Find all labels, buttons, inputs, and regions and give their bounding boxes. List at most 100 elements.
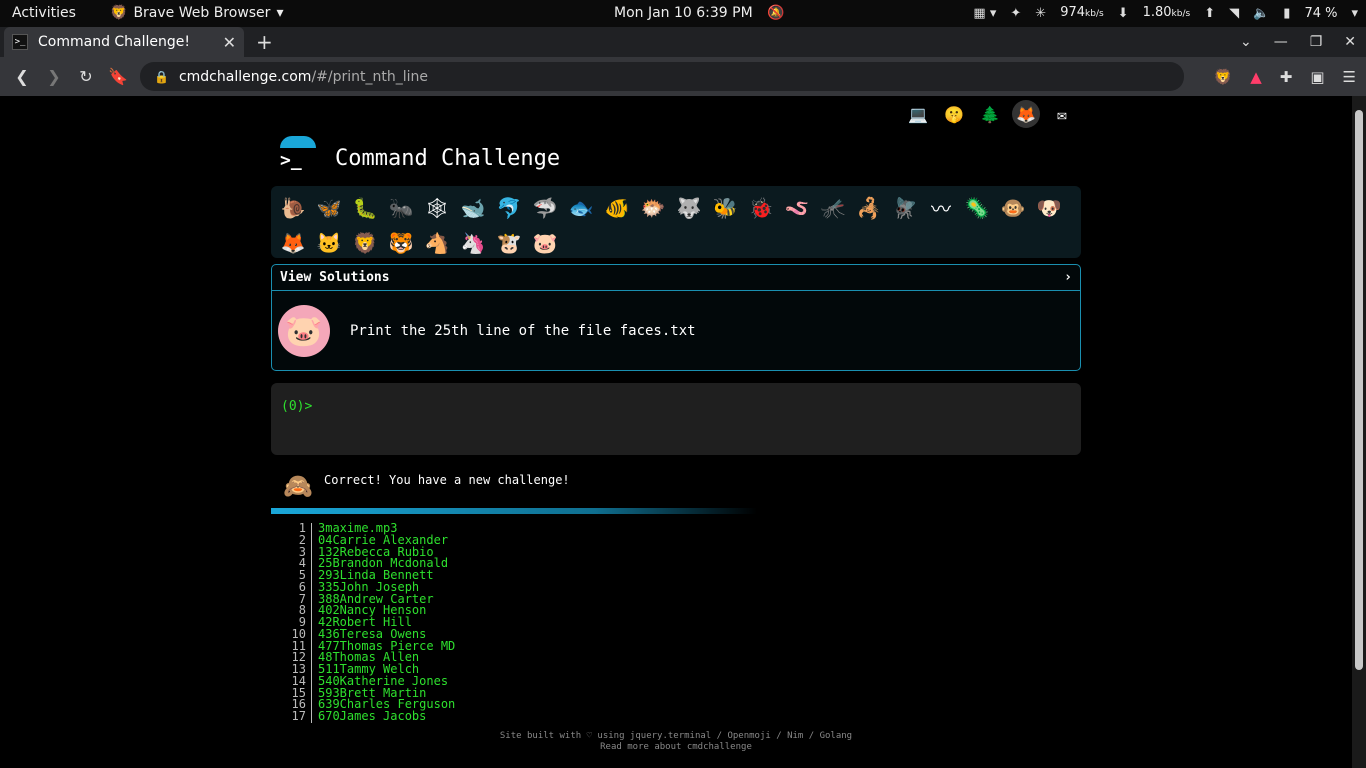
- net-up-rate: 1.80kb/s: [1142, 5, 1191, 20]
- wifi-icon[interactable]: ◥: [1229, 0, 1239, 27]
- horse-icon[interactable]: 🐴: [419, 225, 455, 260]
- dog-icon[interactable]: 🐶: [1031, 190, 1067, 225]
- toolbar-actions: 🦁 ▲ ✚ ▣ ☰: [1214, 57, 1356, 96]
- menu-icon[interactable]: ☰: [1343, 68, 1356, 86]
- terminal-input[interactable]: (0)>: [271, 383, 1081, 455]
- footer: Site built with ♡ using jquery.terminal …: [0, 731, 1352, 753]
- shushing-face-icon[interactable]: 🤫: [940, 100, 968, 128]
- spider-web-icon[interactable]: 🕸: [419, 190, 455, 225]
- upload-arrow-icon: ⬆: [1204, 6, 1216, 21]
- blowfish-icon[interactable]: 🐡: [635, 190, 671, 225]
- challenge-text: Print the 25th line of the file faces.tx…: [350, 323, 696, 339]
- fox-icon[interactable]: 🦊: [275, 225, 311, 260]
- monkey-icon[interactable]: 🐵: [995, 190, 1031, 225]
- app-name: Brave Web Browser: [133, 5, 271, 21]
- address-bar[interactable]: 🔒 cmdchallenge.com/#/print_nth_line: [140, 62, 1184, 91]
- tab-search-icon[interactable]: ⌄: [1240, 34, 1252, 50]
- tropical-fish-icon[interactable]: 🐠: [599, 190, 635, 225]
- snail-icon[interactable]: 🐌: [275, 190, 311, 225]
- worm-icon[interactable]: 🪱: [779, 190, 815, 225]
- dolphin-icon[interactable]: 🐬: [491, 190, 527, 225]
- earthworm-icon[interactable]: 〰: [923, 190, 959, 225]
- solutions-panel: View Solutions › 🐷 Print the 25th line o…: [271, 264, 1081, 371]
- social-links: 💻 🤫 🌲 🦊 ✉: [904, 100, 1076, 128]
- lion-icon[interactable]: 🦁: [347, 225, 383, 260]
- minimize-button[interactable]: —: [1274, 34, 1288, 50]
- fish-icon[interactable]: 🐟: [563, 190, 599, 225]
- reload-button[interactable]: ↻: [70, 67, 102, 86]
- volume-icon[interactable]: 🔈: [1253, 0, 1269, 27]
- whale-icon[interactable]: 🐋: [455, 190, 491, 225]
- gitlab-icon[interactable]: 🦊: [1012, 100, 1040, 128]
- battery-icon[interactable]: ▮: [1283, 0, 1290, 27]
- system-top-bar: Activities 🦁 Brave Web Browser ▾ Mon Jan…: [0, 0, 1366, 27]
- chevron-down-icon: ▾: [276, 5, 284, 21]
- wallet-icon[interactable]: ▣: [1310, 68, 1324, 86]
- view-solutions-toggle[interactable]: View Solutions ›: [272, 265, 1080, 291]
- mosquito-icon[interactable]: 🦟: [815, 190, 851, 225]
- clock[interactable]: Mon Jan 10 6:39 PM 🔕: [614, 0, 785, 27]
- terminal-favicon-icon: >_: [12, 34, 28, 50]
- wolf-icon[interactable]: 🐺: [671, 190, 707, 225]
- bookmark-button[interactable]: 🔖: [102, 67, 134, 86]
- tiger-icon[interactable]: 🐯: [383, 225, 419, 260]
- pig-icon[interactable]: 🐷: [527, 225, 563, 260]
- app-menu[interactable]: 🦁 Brave Web Browser ▾: [110, 0, 283, 27]
- window-controls: ⌄ — ❐ ✕: [1240, 27, 1356, 57]
- shark-icon[interactable]: 🦈: [527, 190, 563, 225]
- brave-rewards-icon[interactable]: ▲: [1250, 68, 1262, 86]
- footer-about-link[interactable]: Read more about cmdchallenge: [0, 742, 1352, 753]
- clock-text: Mon Jan 10 6:39 PM: [614, 5, 753, 21]
- tab-strip: >_ Command Challenge! ✕ + ⌄ — ❐ ✕: [0, 27, 1366, 57]
- view-solutions-label: View Solutions: [280, 270, 390, 285]
- system-tray: ▦ ▾ ✦ ✳ 974kb/s ⬇ 1.80kb/s ⬆ ◥ 🔈 ▮ 74 % …: [973, 0, 1358, 27]
- scrollbar[interactable]: [1352, 96, 1366, 768]
- footer-credits: Site built with ♡ using jquery.terminal …: [499, 731, 853, 741]
- forward-button[interactable]: ❯: [38, 67, 70, 86]
- back-button[interactable]: ❮: [6, 67, 38, 86]
- cpu-icon[interactable]: ▦ ▾: [973, 0, 996, 27]
- tab-title: Command Challenge!: [38, 34, 191, 50]
- tab-command-challenge[interactable]: >_ Command Challenge! ✕: [4, 27, 244, 57]
- mail-icon[interactable]: ✉: [1048, 100, 1076, 128]
- status-row: 🙈 Correct! You have a new challenge!: [283, 460, 570, 500]
- url-host: cmdchallenge.com: [178, 68, 312, 85]
- challenge-animal-grid: 🐌 🦋 🐛 🐜 🕸 🐋 🐬 🦈 🐟 🐠 🐡 🐺 🐝 🐞 🪱 🦟 🦂 🪰 〰 🦠 🐵 🐶 🦊 🐱 🦁 🐯 🐴 🦄 🐮 🐷: [271, 186, 1081, 258]
- cat-icon[interactable]: 🐱: [311, 225, 347, 260]
- butterfly-icon[interactable]: 🦋: [311, 190, 347, 225]
- chevron-down-icon[interactable]: ▾: [1351, 0, 1358, 27]
- pig-icon: 🐷: [278, 305, 330, 357]
- extension-icon[interactable]: ✦: [1010, 0, 1021, 27]
- chevron-right-icon: ›: [1064, 270, 1072, 285]
- fly-icon[interactable]: 🪰: [887, 190, 923, 225]
- unicorn-icon[interactable]: 🦄: [455, 225, 491, 260]
- ladybug-icon[interactable]: 🐞: [743, 190, 779, 225]
- challenge-description: 🐷 Print the 25th line of the file faces.…: [272, 291, 1080, 371]
- net-down-rate: 974kb/s: [1060, 5, 1104, 20]
- cow-icon[interactable]: 🐮: [491, 225, 527, 260]
- bee-icon[interactable]: 🐝: [707, 190, 743, 225]
- new-tab-button[interactable]: +: [256, 27, 273, 57]
- tree-icon[interactable]: 🌲: [976, 100, 1004, 128]
- caterpillar-icon[interactable]: 🐛: [347, 190, 383, 225]
- brave-shields-icon[interactable]: 🦁: [1214, 68, 1233, 86]
- line-number: 17: [290, 710, 312, 723]
- site-title: Command Challenge: [335, 146, 561, 171]
- activities-button[interactable]: Activities: [12, 0, 76, 27]
- notifications-off-icon: 🔕: [767, 5, 785, 21]
- line-text: 670James Jacobs: [318, 709, 427, 723]
- slack-icon[interactable]: ✳: [1035, 0, 1046, 27]
- close-window-button[interactable]: ✕: [1344, 34, 1356, 50]
- microbe-icon[interactable]: 🦠: [959, 190, 995, 225]
- ant-icon[interactable]: 🐜: [383, 190, 419, 225]
- scorpion-icon[interactable]: 🦂: [851, 190, 887, 225]
- terminal-logo-icon[interactable]: 💻: [904, 100, 932, 128]
- progress-bar: [271, 508, 1081, 514]
- status-message: Correct! You have a new challenge!: [324, 473, 570, 487]
- site-logo-icon[interactable]: >_: [278, 136, 318, 176]
- maximize-button[interactable]: ❐: [1310, 34, 1323, 50]
- download-arrow-icon: ⬇: [1117, 6, 1129, 21]
- close-tab-icon[interactable]: ✕: [223, 33, 236, 52]
- extensions-icon[interactable]: ✚: [1280, 68, 1293, 86]
- lock-icon[interactable]: 🔒: [154, 70, 169, 84]
